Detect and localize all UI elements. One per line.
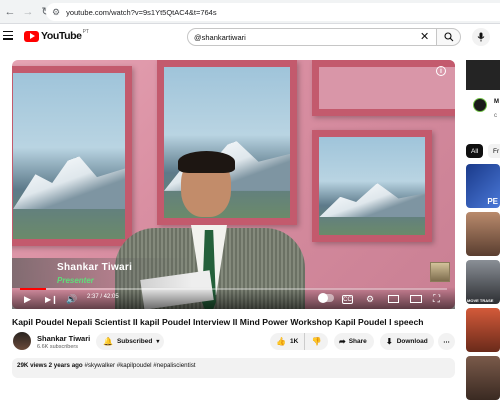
description-box[interactable]: 29K views 2 years ago #skywalker #kapilp… [12, 358, 455, 378]
like-button[interactable]: 👍 1K [270, 333, 304, 350]
youtube-play-icon [24, 30, 39, 42]
back-arrow-icon[interactable]: ← [2, 4, 18, 20]
sidebar-ad-banner[interactable] [466, 60, 500, 90]
thumbs-down-icon: 👎 [311, 337, 322, 346]
lower-third-role: Presenter [57, 276, 94, 285]
forward-arrow-icon[interactable]: → [20, 4, 36, 20]
chevron-down-icon: ▾ [156, 339, 160, 345]
like-count: 1K [289, 338, 299, 345]
microphone-icon [477, 32, 485, 42]
search-query: @shankartiwari [194, 32, 246, 42]
search-input[interactable]: @shankartiwari [187, 28, 437, 46]
url-text: youtube.com/watch?v=9s1Yt5QtAC4&t=764s [66, 7, 217, 17]
subscribed-label: Subscribed [116, 338, 153, 345]
hamburger-menu-icon[interactable] [3, 31, 13, 41]
lower-third-name: Shankar Tiwari [57, 262, 133, 273]
sidebar-thumb-4[interactable] [466, 308, 500, 352]
background-frame-far-right [312, 60, 455, 116]
sidebar-ad-title: M [494, 99, 499, 105]
next-icon[interactable]: ▶❙ [45, 293, 58, 305]
progress-fill [20, 288, 46, 290]
clear-search-icon[interactable]: ✕ [420, 30, 429, 43]
channel-avatar[interactable] [13, 332, 31, 350]
sidebar-thumb-2[interactable] [466, 212, 500, 256]
description-hashtags[interactable]: #skywalker #kapilpoudel #nepaliscientist [84, 362, 195, 369]
video-player[interactable]: Shankar Tiwari Presenter i [12, 60, 455, 309]
sidebar-thumb-3[interactable]: MOVE TRASE [466, 260, 500, 304]
progress-bar[interactable] [20, 288, 447, 290]
chip-from[interactable]: Fr [488, 144, 500, 158]
autoplay-toggle[interactable] [318, 293, 334, 303]
sidebar-thumb-1[interactable]: PE [466, 164, 500, 208]
more-actions-button[interactable]: ⋯ [438, 333, 455, 350]
theater-mode-icon[interactable] [410, 295, 422, 303]
fullscreen-icon[interactable]: ⛶ [433, 293, 440, 305]
sidebar-thumb-3-text: MOVE TRASE [467, 298, 494, 303]
background-frame-left [12, 66, 132, 246]
download-button[interactable]: ⬇ Download [380, 333, 434, 350]
channel-watermark[interactable] [430, 262, 450, 282]
presenter-hair [178, 151, 235, 173]
more-horizontal-icon: ⋯ [443, 338, 450, 346]
volume-icon[interactable]: 🔊 [66, 293, 77, 305]
browser-toolbar: ← → ↻ ⚙ youtube.com/watch?v=9s1Yt5QtAC4&… [0, 0, 500, 24]
bell-icon: 🔔 [103, 337, 113, 346]
thumbs-up-icon: 👍 [276, 337, 286, 346]
share-button[interactable]: ➦ Share [334, 333, 374, 350]
subscribed-button[interactable]: 🔔 Subscribed ▾ [96, 333, 164, 350]
video-title: Kapil Poudel Nepali Scientist II kapil P… [12, 317, 424, 327]
sidebar-ad-subtitle: c [494, 113, 497, 119]
play-icon[interactable]: ▶ [24, 293, 31, 305]
info-icon[interactable]: i [436, 66, 446, 76]
background-frame-right [312, 130, 432, 242]
voice-search-button[interactable] [472, 28, 490, 46]
sidebar-thumb-1-text: PE [487, 197, 498, 206]
search-button[interactable] [437, 28, 461, 46]
search-icon [443, 32, 453, 42]
dislike-button[interactable]: 👎 [304, 333, 328, 350]
miniplayer-icon[interactable] [388, 295, 399, 303]
download-icon: ⬇ [386, 337, 393, 346]
share-icon: ➦ [339, 337, 346, 346]
subscriber-count: 6.6K subscribers [37, 344, 78, 350]
share-label: Share [348, 338, 367, 345]
youtube-logo[interactable]: YouTube PT [24, 29, 89, 42]
description-meta: 29K views 2 years ago [17, 362, 83, 369]
captions-icon[interactable]: CC [342, 295, 353, 304]
chip-all[interactable]: All [466, 144, 484, 158]
region-code: PT [82, 29, 89, 35]
youtube-logo-text: YouTube [41, 30, 82, 42]
settings-gear-icon[interactable]: ⚙ [366, 293, 374, 305]
time-display: 2:37 / 42:05 [87, 294, 119, 300]
sidebar-thumb-5[interactable] [466, 356, 500, 400]
channel-name[interactable]: Shankar Tiwari [37, 334, 90, 343]
address-bar[interactable]: ⚙ youtube.com/watch?v=9s1Yt5QtAC4&t=764s [46, 3, 500, 21]
download-label: Download [396, 338, 428, 345]
sidebar-ad-avatar[interactable] [473, 98, 487, 112]
site-settings-icon[interactable]: ⚙ [52, 7, 60, 18]
